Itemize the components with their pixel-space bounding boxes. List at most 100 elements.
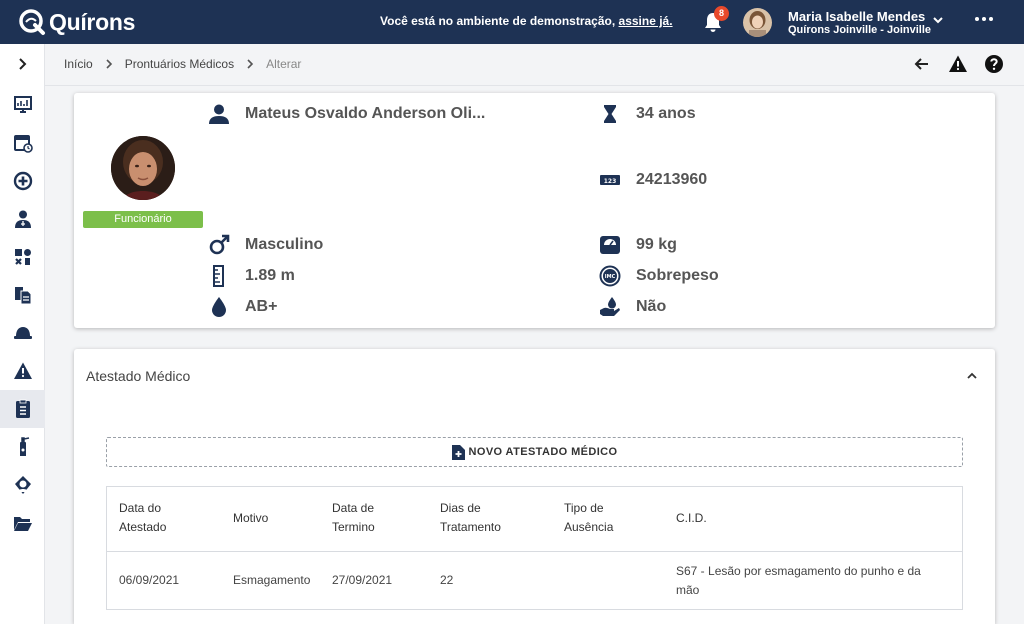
- extinguisher-icon: [19, 437, 29, 456]
- demo-message: Você está no ambiente de demonstração, a…: [380, 14, 673, 28]
- documents-icon: [14, 287, 31, 305]
- notification-badge: 8: [714, 6, 729, 21]
- table-header: Data do Atestado Motivo Data de Termino Di…: [107, 487, 962, 552]
- plus-circle-icon: [13, 171, 32, 191]
- breadcrumb-home[interactable]: Início: [64, 57, 93, 71]
- col-header-line: Data de: [332, 501, 375, 515]
- logo-text: Quírons: [49, 8, 136, 35]
- col-header-motivo[interactable]: Motivo: [233, 509, 268, 528]
- patient-id-field: 123 24213960: [598, 168, 707, 192]
- cell-dias: 22: [440, 573, 454, 587]
- person-icon: [209, 104, 229, 124]
- breadcrumb-bar: Início Prontuários Médicos Alterar: [45, 44, 1024, 86]
- sidebar-item-documents[interactable]: [0, 276, 45, 314]
- sidebar-item-medical-records[interactable]: [0, 390, 45, 428]
- sidebar: [0, 44, 45, 624]
- hand-drop-icon: [600, 297, 620, 316]
- patient-weight-field: 99 kg: [598, 233, 677, 257]
- sidebar-item-training[interactable]: [0, 466, 45, 504]
- sidebar-item-epi[interactable]: [0, 428, 45, 466]
- scale-icon: [600, 236, 620, 254]
- col-header-tipo[interactable]: Tipo de Ausência: [564, 499, 613, 537]
- page-actions: [912, 54, 1004, 74]
- arrow-left-icon[interactable]: [912, 54, 932, 74]
- breadcrumb-current: Alterar: [266, 57, 302, 71]
- breadcrumb-medical-records[interactable]: Prontuários Médicos: [125, 57, 234, 71]
- new-atestado-label: NOVO ATESTADO MÉDICO: [468, 446, 618, 458]
- more-options-button[interactable]: [975, 17, 993, 21]
- table-row[interactable]: 06/09/2021 Esmagamento 27/09/2021 22 S67…: [107, 552, 962, 609]
- warning-icon[interactable]: [948, 54, 968, 74]
- cell-cid-line: S67 - Lesão por esmagamento do punho e d…: [676, 564, 921, 578]
- patient-bmi-field: IMC Sobrepeso: [598, 264, 719, 288]
- sidebar-item-safety[interactable]: [0, 314, 45, 352]
- svg-text:IMC: IMC: [605, 274, 616, 280]
- patient-weight: 99 kg: [636, 236, 677, 253]
- sidebar-item-files[interactable]: [0, 504, 45, 542]
- helmet-icon: [13, 327, 32, 339]
- sidebar-item-doctors[interactable]: [0, 200, 45, 238]
- col-header-cid[interactable]: C.I.D.: [676, 509, 707, 528]
- user-organization[interactable]: Quírons Joinville - Joinville: [788, 24, 931, 36]
- sidebar-item-risks[interactable]: [0, 352, 45, 390]
- chevron-up-icon[interactable]: [965, 369, 979, 383]
- sidebar-item-health[interactable]: [0, 162, 45, 200]
- sidebar-item-exams[interactable]: [0, 238, 45, 276]
- new-atestado-button[interactable]: NOVO ATESTADO MÉDICO: [106, 437, 963, 467]
- demo-message-text: Você está no ambiente de demonstração,: [380, 14, 619, 28]
- patient-height-field: 1.89 m: [207, 264, 295, 288]
- app-logo[interactable]: Quírons: [18, 8, 218, 36]
- col-header-line: C.I.D.: [676, 511, 707, 525]
- monitor-chart-icon: [13, 96, 32, 113]
- col-header-line: Dias de: [440, 501, 481, 515]
- chevron-right-icon: [106, 59, 112, 69]
- patient-age: 34 anos: [636, 105, 696, 122]
- male-icon: [209, 234, 230, 255]
- patient-blood-field: AB+: [207, 295, 277, 319]
- sidebar-item-schedule[interactable]: [0, 124, 45, 162]
- chevron-down-icon[interactable]: [932, 14, 944, 26]
- col-header-data-termino[interactable]: Data de Termino: [332, 499, 375, 537]
- atestado-section: Atestado Médico NOVO ATESTADO MÉDICO Dat…: [74, 349, 995, 624]
- col-header-line: Motivo: [233, 511, 269, 525]
- breadcrumb: Início Prontuários Médicos Alterar: [64, 57, 301, 71]
- patient-name: Mateus Osvaldo Anderson Oli...: [245, 105, 486, 122]
- patient-id-number: 24213960: [636, 171, 708, 188]
- help-icon[interactable]: [984, 54, 1004, 74]
- chevron-right-icon: [247, 59, 254, 69]
- file-plus-icon: [451, 444, 465, 460]
- patient-name-field: Mateus Osvaldo Anderson Oli...: [207, 102, 485, 126]
- ruler-icon: [213, 265, 224, 287]
- bmi-icon: IMC: [599, 265, 621, 287]
- patient-photo: [111, 136, 175, 200]
- doctor-icon: [14, 210, 31, 228]
- cell-data-atestado: 06/09/2021: [119, 573, 180, 587]
- person-shield-icon: [14, 476, 31, 494]
- chevron-right-icon[interactable]: [14, 56, 30, 72]
- col-header-dias[interactable]: Dias de Tratamento: [440, 499, 501, 537]
- sidebar-item-dashboard[interactable]: [0, 86, 45, 124]
- user-avatar-image: [743, 8, 772, 37]
- user-avatar[interactable]: [743, 8, 772, 37]
- subscribe-link[interactable]: assine já.: [619, 14, 673, 28]
- calendar-clock-icon: [13, 135, 33, 153]
- patient-sex-field: Masculino: [207, 233, 323, 257]
- numeric-icon: 123: [600, 175, 620, 185]
- patient-age-field: 34 anos: [598, 102, 696, 126]
- col-header-data-atestado[interactable]: Data do Atestado: [119, 499, 166, 537]
- svg-text:123: 123: [604, 178, 617, 185]
- col-header-line: Atestado: [119, 520, 167, 534]
- user-name[interactable]: Maria Isabelle Mendes: [788, 9, 925, 24]
- patient-photo-image: [111, 136, 175, 200]
- warning-icon: [13, 362, 32, 379]
- cell-data-termino: 27/09/2021: [332, 573, 393, 587]
- patient-sex: Masculino: [245, 236, 324, 253]
- patient-blood-type: AB+: [245, 298, 278, 315]
- patient-donor: Não: [636, 298, 667, 315]
- section-title: Atestado Médico: [86, 368, 191, 384]
- blood-drop-icon: [212, 297, 226, 317]
- patient-donor-field: Não: [598, 295, 666, 319]
- top-bar: Quírons Você está no ambiente de demonst…: [0, 0, 1024, 44]
- logo-icon: [19, 9, 45, 35]
- folder-open-icon: [13, 517, 32, 531]
